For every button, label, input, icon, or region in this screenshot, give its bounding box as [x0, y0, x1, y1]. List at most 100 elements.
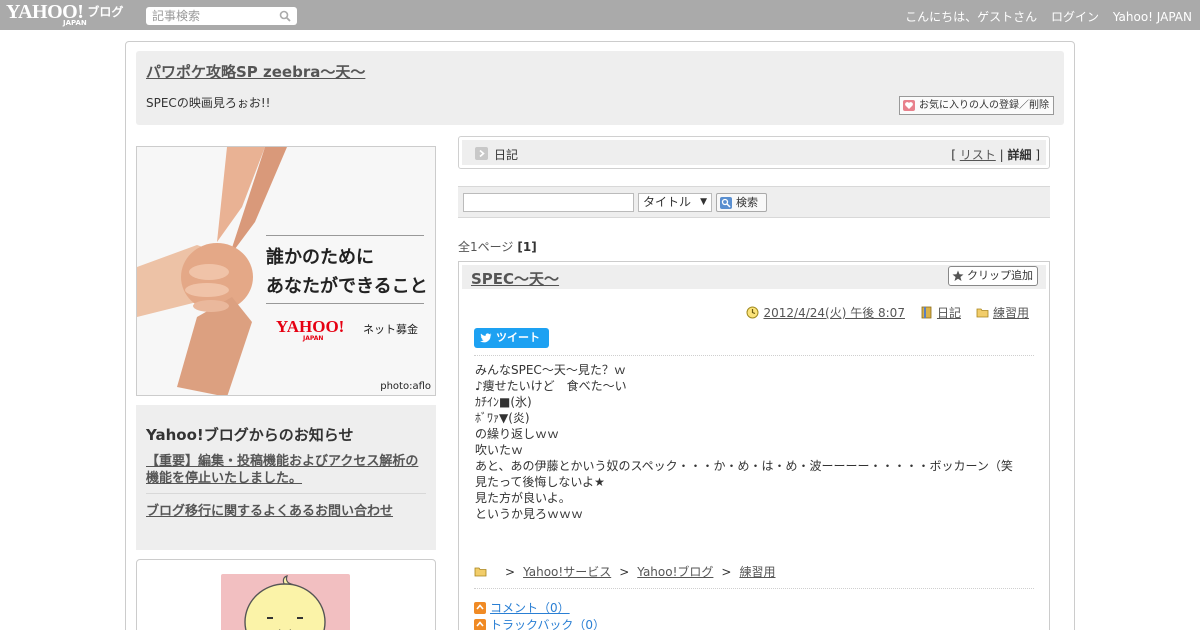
category-bar: 日記 [ リスト | 詳細 ]	[458, 136, 1050, 169]
banner-rule-bottom	[266, 303, 424, 304]
dropdown-arrow-icon: ▼	[700, 197, 707, 207]
breadcrumb-folder[interactable]: 練習用	[739, 563, 775, 580]
body-line: 吹いたｗ	[475, 443, 524, 457]
notice-box: Yahoo!ブログからのお知らせ 【重要】編集・投稿機能およびアクセス解析の機能…	[136, 405, 436, 550]
notice-divider	[146, 493, 426, 494]
clock-icon	[746, 306, 759, 319]
blog-header: パワポケ攻略SP zeebra～天～ SPECの映画見ろぉお!! お気に入りの人…	[136, 51, 1064, 125]
tweet-button[interactable]: ツイート	[474, 328, 549, 348]
profile-avatar[interactable]	[221, 574, 350, 630]
yahoo-japan-link[interactable]: Yahoo! JAPAN	[1113, 10, 1192, 24]
article-folder-link[interactable]: 練習用	[993, 304, 1029, 321]
body-line: あと、あの伊藤とかいう奴のスペック・・・か・め・は・め・波ーーーー・・・・・ボッ…	[475, 459, 1013, 473]
favorite-button-label: お気に入りの人の登録／削除	[919, 100, 1049, 111]
search-field-value: タイトル	[643, 195, 692, 209]
breadcrumb-separator: >	[505, 564, 516, 579]
breadcrumb-yahoo-blog[interactable]: Yahoo!ブログ	[637, 563, 713, 580]
view-detail-current: 詳細	[1007, 148, 1032, 162]
view-separator: |	[999, 148, 1004, 162]
star-icon	[952, 270, 964, 281]
article-body: みんなSPEC～天～見た？ｗ ♪痩せたいけど 食べた～い ｶﾁｲﾝ■(氷) ﾎﾞ…	[475, 362, 1035, 522]
breadcrumb-yahoo-services[interactable]: Yahoo!サービス	[523, 563, 611, 580]
body-line: の繰り返しｗｗ	[475, 427, 560, 441]
article-search-button[interactable]: 検索	[716, 193, 767, 212]
breadcrumb-separator: >	[721, 564, 732, 579]
article-category-link[interactable]: 日記	[937, 304, 961, 321]
article-folder: 練習用	[976, 304, 1029, 321]
body-line: 見た方が良いよ。	[475, 491, 571, 505]
favorite-register-button[interactable]: お気に入りの人の登録／削除	[899, 96, 1054, 115]
comments-row: コメント（0）	[474, 599, 570, 616]
trackbacks-row: トラックバック（0）	[474, 616, 605, 630]
body-line: 見たって後悔しないよ★	[475, 475, 605, 489]
expand-plus-icon[interactable]	[474, 618, 486, 630]
view-bracket-close: ]	[1035, 148, 1040, 162]
mascot-icon	[244, 575, 326, 630]
login-link[interactable]: ログイン	[1051, 10, 1099, 24]
banner-yahoo-logo: YAHOO!	[276, 317, 345, 336]
view-list-link[interactable]: リスト	[960, 148, 996, 162]
folder-icon	[474, 567, 487, 577]
breadcrumb-separator: >	[619, 564, 630, 579]
divider-bottom	[474, 588, 1034, 589]
view-toggle: [ リスト | 詳細 ]	[951, 146, 1040, 163]
banner-headline-2: あなたができること	[266, 276, 428, 297]
logo-blog: ブログ	[87, 5, 124, 19]
page-info-text: 全1ページ	[458, 240, 514, 254]
body-line: というか見ろｗｗｗ	[475, 507, 584, 521]
page-current: [1]	[517, 240, 537, 254]
clip-button-label: クリップ追加	[967, 269, 1033, 282]
page-info: 全1ページ [1]	[458, 238, 537, 255]
blog-title-link[interactable]: パワポケ攻略SP zeebra～天～	[146, 61, 365, 82]
search-field-select[interactable]: タイトル ▼	[638, 193, 712, 212]
search-input[interactable]	[152, 9, 272, 23]
trackbacks-link[interactable]: トラックバック（0）	[490, 616, 605, 630]
view-bracket-open: [	[951, 148, 956, 162]
chevron-right-icon	[475, 147, 488, 160]
banner-credit: photo:aflo	[380, 381, 431, 392]
charity-banner[interactable]: 誰かのために あなたができること YAHOO! JAPAN ネット募金 phot…	[136, 146, 436, 396]
article-date-link[interactable]: 2012/4/24(火) 午後 8:07	[763, 304, 904, 321]
category-label: 日記	[494, 148, 519, 162]
global-header: YAHOO! JAPAN ブログ こんにちは、ゲストさん ログイン Yahoo!…	[0, 0, 1200, 30]
twitter-bird-icon	[480, 333, 492, 343]
logo-sub: JAPAN	[63, 19, 87, 27]
banner-headline-1: 誰かのために	[266, 247, 374, 268]
greeting-text: こんにちは、ゲストさん	[905, 10, 1038, 24]
article-date: 2012/4/24(火) 午後 8:07	[746, 304, 905, 321]
comments-link[interactable]: コメント（0）	[490, 599, 570, 616]
folder-icon	[976, 308, 989, 318]
body-line: みんなSPEC～天～見た？ｗ	[475, 363, 626, 377]
profile-box	[136, 559, 436, 630]
article: SPEC～天～ クリップ追加 2012/4/24(火) 午後 8:07 日記 練…	[458, 261, 1050, 630]
magnifier-icon	[720, 197, 732, 209]
article-search-input[interactable]	[463, 193, 634, 212]
banner-rule-top	[266, 235, 424, 236]
search-icon[interactable]	[279, 10, 291, 22]
category-bar-inner: 日記 [ リスト | 詳細 ]	[462, 140, 1046, 165]
article-title-link[interactable]: SPEC～天～	[471, 268, 559, 289]
article-meta: 2012/4/24(火) 午後 8:07 日記 練習用	[731, 304, 1029, 321]
notice-title: Yahoo!ブログからのお知らせ	[146, 426, 354, 444]
notice-link-faq[interactable]: ブログ移行に関するよくあるお問い合わせ	[146, 500, 393, 519]
banner-tagline: ネット募金	[363, 323, 418, 336]
expand-plus-icon[interactable]	[474, 601, 486, 614]
body-line: ﾎﾞﾜｧ▼(炎)	[475, 411, 530, 425]
yahoo-blog-logo[interactable]: YAHOO! JAPAN ブログ	[6, 2, 124, 27]
tweet-label: ツイート	[496, 331, 540, 344]
clip-add-button[interactable]: クリップ追加	[948, 266, 1038, 286]
search-button-label: 検索	[736, 196, 758, 209]
banner-logo-sub: JAPAN	[303, 335, 324, 342]
notice-link-important[interactable]: 【重要】編集・投稿機能およびアクセス解析の機能を停止いたしました。	[146, 453, 428, 487]
article-header: SPEC～天～ クリップ追加	[462, 265, 1046, 289]
blog-description: SPECの映画見ろぉお!!	[146, 96, 271, 110]
article-category: 日記	[920, 304, 961, 321]
divider-top	[474, 355, 1034, 356]
heart-icon	[903, 100, 915, 111]
blog-frame: パワポケ攻略SP zeebra～天～ SPECの映画見ろぉお!! お気に入りの人…	[125, 41, 1075, 630]
body-line: ♪痩せたいけど 食べた～い	[475, 379, 627, 393]
site-search	[146, 7, 297, 25]
article-search-bar: タイトル ▼ 検索	[458, 186, 1050, 218]
breadcrumb: > Yahoo!サービス > Yahoo!ブログ > 練習用	[474, 563, 775, 580]
body-line: ｶﾁｲﾝ■(氷)	[475, 395, 532, 409]
